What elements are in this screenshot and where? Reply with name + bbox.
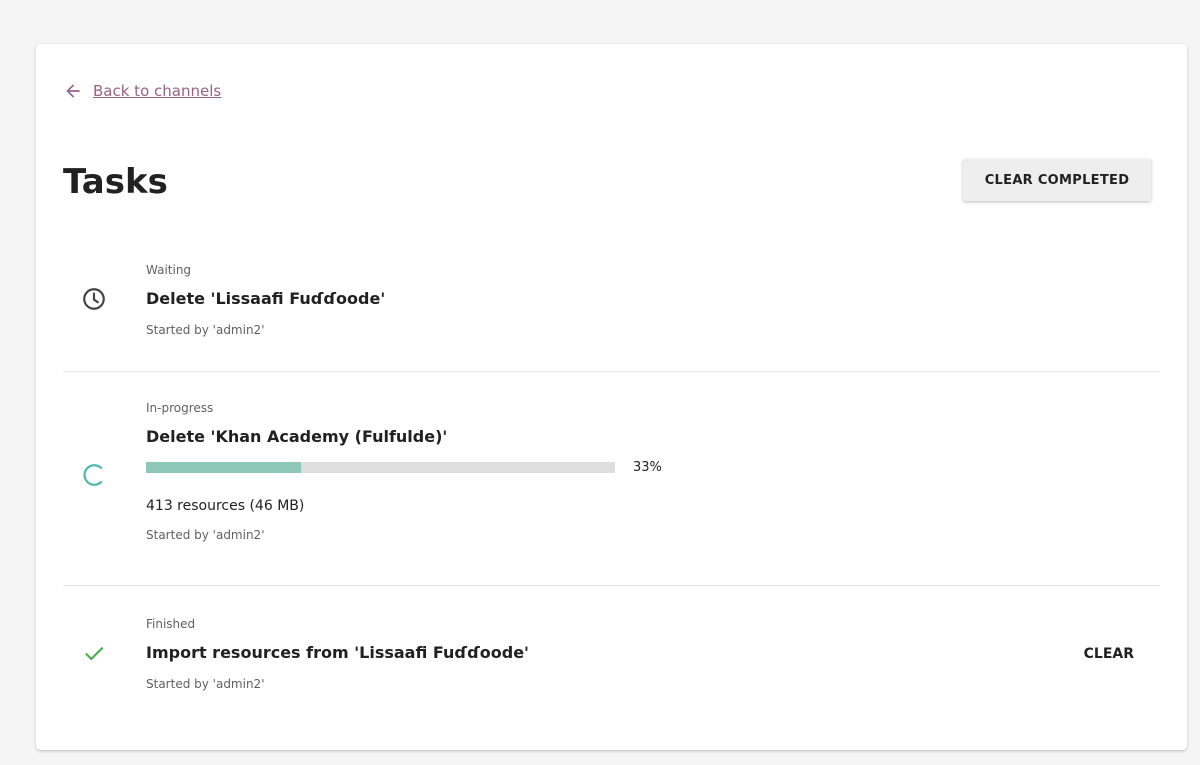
checkmark-icon [85,646,104,661]
task-row-waiting: Waiting Delete 'Lissaafi Fuɗɗoode' Start… [63,244,1160,372]
back-link-label: Back to channels [93,82,222,100]
task-list: Waiting Delete 'Lissaafi Fuɗɗoode' Start… [63,244,1160,716]
task-title: Delete 'Lissaafi Fuɗɗoode' [146,289,386,308]
task-row-in-progress: In-progress Delete 'Khan Academy (Fulful… [63,372,1160,586]
clock-icon [83,288,105,310]
clear-completed-button[interactable]: CLEAR COMPLETED [963,159,1151,201]
task-title: Delete 'Khan Academy (Fulfulde)' [146,427,448,446]
arrow-left-icon [66,84,80,98]
progress-percentage: 33% [633,460,662,475]
clear-task-button[interactable]: CLEAR [1084,646,1134,662]
task-started-by: Started by 'admin2' [146,677,265,691]
progress-track [146,462,615,473]
back-to-channels-link[interactable]: Back to channels [63,81,221,101]
progress-fill [146,462,301,473]
task-resources: 413 resources (46 MB) [146,498,305,514]
task-body: Waiting Delete 'Lissaafi Fuɗɗoode' Start… [146,262,1160,338]
task-status: In-progress [146,401,214,415]
task-status: Waiting [146,263,192,277]
tasks-card: Back to channels Tasks CLEAR COMPLETED W… [36,44,1187,750]
task-started-by: Started by 'admin2' [146,323,265,337]
task-body: In-progress Delete 'Khan Academy (Fulful… [146,400,1160,543]
progress-indicator: 33% [146,460,1160,475]
task-row-finished: Finished Import resources from 'Lissaafi… [63,586,1160,716]
task-body: Finished Import resources from 'Lissaafi… [146,616,1160,692]
page-title: Tasks [63,162,168,202]
task-title: Import resources from 'Lissaafi Fuɗɗoode… [146,643,529,662]
task-started-by: Started by 'admin2' [146,528,265,542]
spinner-icon [83,464,103,486]
task-status: Finished [146,617,196,631]
